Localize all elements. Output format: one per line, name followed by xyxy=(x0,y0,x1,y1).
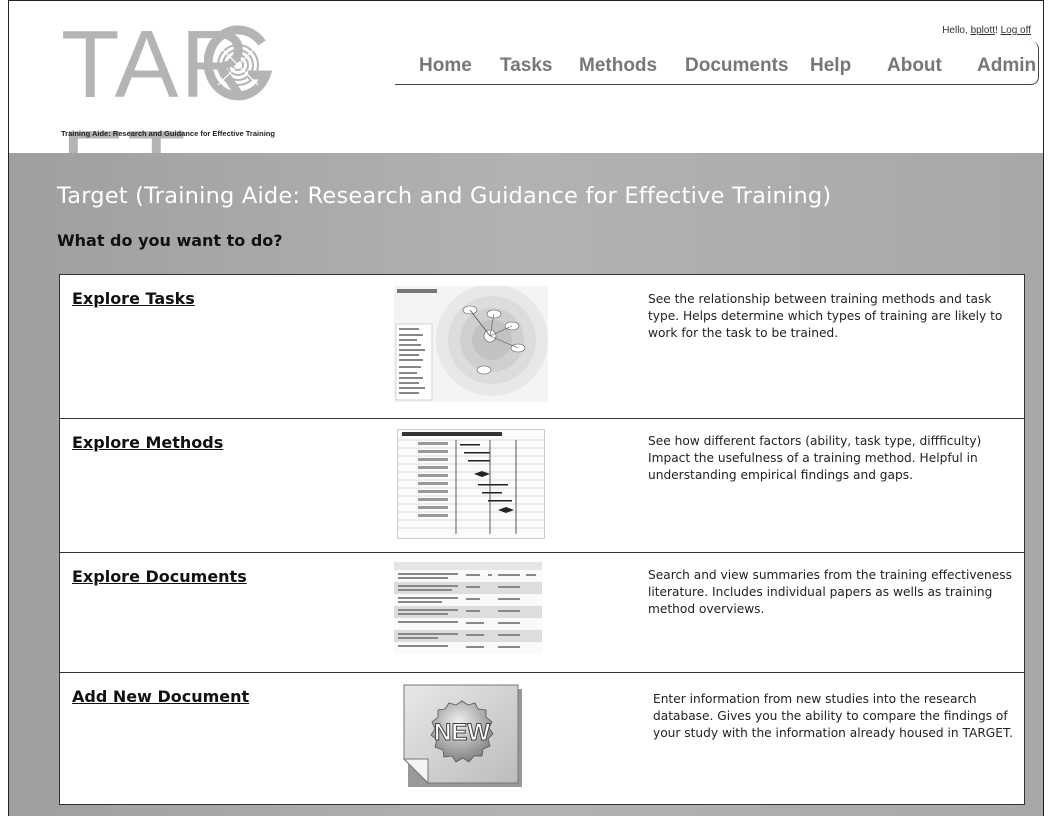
add-new-document-link[interactable]: Add New Document xyxy=(72,687,249,706)
explore-tasks-link[interactable]: Explore Tasks xyxy=(72,289,195,308)
option-explore-documents: Explore Documents Search and view summar… xyxy=(60,553,1024,673)
explore-methods-description: See how different factors (ability, task… xyxy=(648,434,982,482)
forest-plot-thumbnail[interactable] xyxy=(397,429,545,539)
task-network-diagram-thumbnail[interactable] xyxy=(394,284,548,402)
logo-target-rings-icon xyxy=(204,25,272,101)
target-logo[interactable]: TARET Training Aide: Research and Guidan… xyxy=(61,15,371,215)
app-frame: TARET Training Aide: Research and Guidan… xyxy=(8,0,1044,816)
page-title: Target (Training Aide: Research and Guid… xyxy=(57,183,832,209)
nav-admin[interactable]: Admin xyxy=(977,55,1036,77)
nav-home[interactable]: Home xyxy=(419,55,472,77)
logoff-link[interactable]: Log off xyxy=(1001,25,1031,36)
nav-methods[interactable]: Methods xyxy=(579,55,657,77)
new-badge-icon[interactable]: NEW xyxy=(402,683,524,789)
explore-documents-description: Search and view summaries from the train… xyxy=(648,568,1012,616)
options-panel: Explore Tasks See the relationship betwe… xyxy=(59,274,1025,805)
explore-methods-link[interactable]: Explore Methods xyxy=(72,433,223,452)
nav-documents[interactable]: Documents xyxy=(685,55,788,77)
document-table-thumbnail[interactable] xyxy=(394,562,542,654)
nav-tasks[interactable]: Tasks xyxy=(500,55,552,77)
nav-about[interactable]: About xyxy=(887,55,942,77)
nav-help[interactable]: Help xyxy=(810,55,851,77)
add-new-document-description: Enter information from new studies into … xyxy=(653,692,1013,740)
explore-documents-link[interactable]: Explore Documents xyxy=(72,567,247,586)
username-link[interactable]: bplott xyxy=(971,25,995,36)
new-badge-text: NEW xyxy=(434,719,490,746)
main-content: Target (Training Aide: Research and Guid… xyxy=(9,153,1043,816)
greeting-text: Hello, xyxy=(942,25,971,36)
main-nav: Home Tasks Methods Documents Help About … xyxy=(395,41,1039,85)
explore-tasks-description: See the relationship between training me… xyxy=(648,292,1003,340)
option-explore-methods: Explore Methods See how different factor… xyxy=(60,419,1024,553)
logo-tagline: Training Aide: Research and Guidance for… xyxy=(61,129,275,138)
option-explore-tasks: Explore Tasks See the relationship betwe… xyxy=(60,275,1024,419)
user-bar: Hello, bplott! Log off xyxy=(942,25,1031,36)
prompt-heading: What do you want to do? xyxy=(57,231,283,250)
header: TARET Training Aide: Research and Guidan… xyxy=(9,1,1043,215)
option-add-new-document: Add New Document NEW Enter information f… xyxy=(60,673,1024,806)
